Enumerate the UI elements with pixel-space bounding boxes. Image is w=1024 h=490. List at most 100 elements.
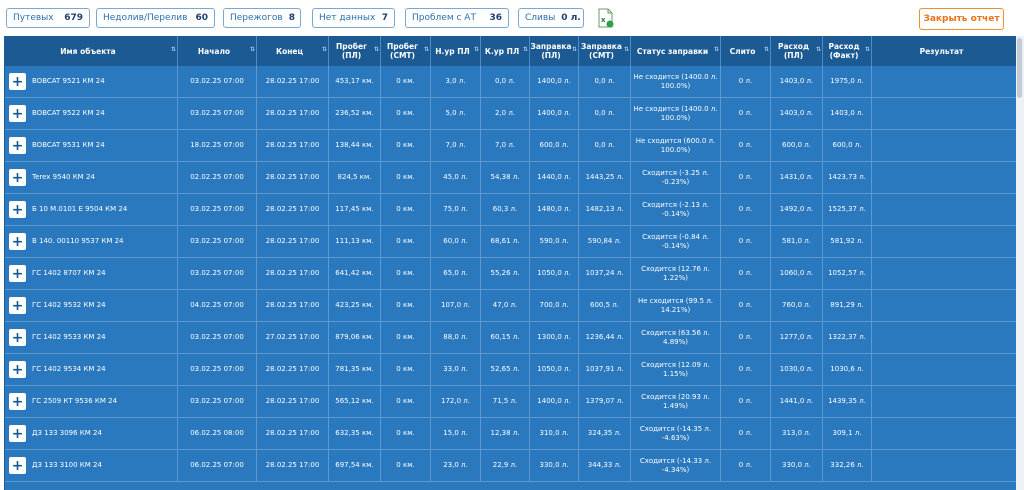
column-header-object-name[interactable]: Имя объекта ⇅ <box>5 36 178 66</box>
column-header-end-level[interactable]: К.ур ПЛ ⇅ <box>481 36 530 66</box>
table-row[interactable]: + Terex 9540 КМ 24 02.02.25 07:00 28.02.25 … <box>5 162 1017 194</box>
sort-icon[interactable]: ⇅ <box>424 45 429 54</box>
sort-icon[interactable]: ⇅ <box>474 45 479 54</box>
filter-chip-underfill[interactable]: Недолив/Перелив 60 <box>96 8 215 28</box>
table-row[interactable]: + ГС 1402 8707 КМ 24 03.02.25 07:00 28.02.2… <box>5 258 1017 290</box>
column-header-refuel-smt[interactable]: Заправка (СМТ) ⇅ <box>579 36 631 66</box>
table-row[interactable]: + ГС 1402 9532 КМ 24 04.02.25 07:00 28.02.2… <box>5 290 1017 322</box>
cell-text: 641,42 км. <box>335 269 374 277</box>
table-row[interactable]: + BOBCAT 9521 КМ 24 03.02.25 07:00 28.02.25… <box>5 66 1017 98</box>
cell-mileage-smt: 0 км. <box>381 418 431 449</box>
column-header-consumption-fact[interactable]: Расход (Факт) ⇅ <box>823 36 872 66</box>
cell-mileage-pl: 632,35 км. <box>329 418 381 449</box>
column-header-start[interactable]: Начало ⇅ <box>178 36 257 66</box>
table-row[interactable]: + ДЗ 133 3100 КМ 24 06.02.25 07:00 28.02.25… <box>5 450 1017 482</box>
sort-icon[interactable]: ⇅ <box>572 45 577 54</box>
sort-icon[interactable]: ⇅ <box>816 45 821 54</box>
expand-row-button[interactable]: + <box>9 137 26 154</box>
column-header-start-level[interactable]: Н.ур ПЛ ⇅ <box>431 36 481 66</box>
cell-text: 28.02.25 17:00 <box>265 397 320 405</box>
sort-icon[interactable]: ⇅ <box>764 45 769 54</box>
filter-chip-at-problems[interactable]: Проблем с АТ 36 <box>405 8 509 28</box>
column-header-refuel-pl[interactable]: Заправка (ПЛ) ⇅ <box>530 36 579 66</box>
expand-row-button[interactable]: + <box>9 457 26 474</box>
cell-text: 0 км. <box>396 237 415 245</box>
expand-row-button[interactable]: + <box>9 329 26 346</box>
cell-text: 18.02.25 07:00 <box>190 141 244 149</box>
object-name-text: ДЗ 133 3100 КМ 24 <box>32 461 102 469</box>
column-header-consumption-pl[interactable]: Расход (ПЛ) ⇅ <box>771 36 823 66</box>
table-row[interactable]: + BOBCAT 9522 КМ 24 03.02.25 07:00 28.02.25… <box>5 98 1017 130</box>
filter-chip-count: 36 <box>489 13 502 23</box>
cell-start: 06.02.25 08:00 <box>178 418 257 449</box>
cell-object-name: + BOBCAT 9522 КМ 24 <box>5 98 178 129</box>
cell-end-level: 7,0 л. <box>481 130 530 161</box>
sort-icon[interactable]: ⇅ <box>865 45 870 54</box>
cell-start-level: 7,0 л. <box>431 130 481 161</box>
cell-result <box>872 386 1017 417</box>
expand-row-button[interactable]: + <box>9 361 26 378</box>
expand-row-button[interactable]: + <box>9 169 26 186</box>
cell-text: 330,0 л. <box>782 461 811 469</box>
expand-row-button[interactable]: + <box>9 105 26 122</box>
column-header-result[interactable]: Результат <box>872 36 1017 66</box>
sort-icon[interactable]: ⇅ <box>250 45 255 54</box>
cell-drained: 0 л. <box>721 418 771 449</box>
excel-export-icon[interactable]: x <box>597 8 615 28</box>
cell-text: 0 км. <box>396 109 415 117</box>
column-header-end[interactable]: Конец ⇅ <box>257 36 329 66</box>
sort-icon[interactable]: ⇅ <box>523 45 528 54</box>
expand-row-button[interactable]: + <box>9 233 26 250</box>
cell-text: 04.02.25 07:00 <box>190 301 244 309</box>
table-row[interactable]: + BOBCAT 9531 КМ 24 18.02.25 07:00 28.02.25… <box>5 130 1017 162</box>
sort-icon[interactable]: ⇅ <box>322 45 327 54</box>
expand-row-button[interactable]: + <box>9 265 26 282</box>
table-row[interactable]: + ГС 1402 9534 КМ 24 03.02.25 07:00 28.02.2… <box>5 354 1017 386</box>
expand-row-button[interactable]: + <box>9 393 26 410</box>
table-row[interactable]: + Б 10 М.0101 Е 9504 КМ 24 03.02.25 07:00 2… <box>5 194 1017 226</box>
cell-text: 5,0 л. <box>445 109 466 117</box>
cell-text: 0,0 л. <box>594 141 615 149</box>
expand-row-button[interactable]: + <box>9 297 26 314</box>
filter-chip-no-data[interactable]: Нет данных 7 <box>312 8 395 28</box>
table-row[interactable]: + ДЗ 133 3096 КМ 24 06.02.25 08:00 28.02.25… <box>5 418 1017 450</box>
column-header-refuel-status[interactable]: Статус заправки ⇅ <box>631 36 721 66</box>
column-header-mileage-pl[interactable]: Пробег (ПЛ) ⇅ <box>329 36 381 66</box>
column-header-drained[interactable]: Слито ⇅ <box>721 36 771 66</box>
sort-icon[interactable]: ⇅ <box>714 45 719 54</box>
sort-icon[interactable]: ⇅ <box>624 45 629 54</box>
filter-chip-waybills[interactable]: Путевых 679 <box>6 8 90 28</box>
vertical-scrollbar[interactable] <box>1016 36 1024 490</box>
column-header-mileage-smt[interactable]: Пробег (СМТ) ⇅ <box>381 36 431 66</box>
scrollbar-thumb[interactable] <box>1017 38 1022 98</box>
cell-text: 22,9 л. <box>492 461 518 469</box>
cell-mileage-smt: 0 км. <box>381 162 431 193</box>
cell-start: 03.02.25 07:00 <box>178 322 257 353</box>
sort-icon[interactable]: ⇅ <box>171 45 176 54</box>
filter-chip-drains[interactable]: Сливы 0 л. <box>518 8 584 28</box>
table-row[interactable]: + ГС 1402 9533 КМ 24 03.02.25 07:00 27.02.2… <box>5 322 1017 354</box>
cell-text: 600,0 л. <box>539 141 569 149</box>
cell-end-level: 47,0 л. <box>481 290 530 321</box>
cell-mileage-smt: 0 км. <box>381 98 431 129</box>
cell-end: 28.02.25 17:00 <box>257 258 329 289</box>
cell-text: 107,0 л. <box>441 301 470 309</box>
cell-refuel-status: Сходится (-2.13 л. -0.14%) <box>631 194 721 225</box>
cell-text: 423,25 км. <box>335 301 374 309</box>
expand-row-button[interactable]: + <box>9 73 26 90</box>
cell-text: 1440,0 л. <box>537 173 571 181</box>
filter-chip-overburn[interactable]: Пережогов 8 <box>223 8 301 28</box>
cell-refuel-status: Сходится (-14.35 л. -4.63%) <box>631 418 721 449</box>
sort-icon[interactable]: ⇅ <box>374 45 379 54</box>
close-report-button[interactable]: Закрыть отчет <box>919 8 1004 30</box>
expand-row-button[interactable]: + <box>9 201 26 218</box>
cell-text: 581,0 л. <box>782 237 811 245</box>
expand-row-button[interactable]: + <box>9 425 26 442</box>
cell-end: 28.02.25 17:00 <box>257 98 329 129</box>
object-name-text: Б 10 М.0101 Е 9504 КМ 24 <box>32 205 128 213</box>
cell-refuel-smt: 344,33 л. <box>579 450 631 481</box>
cell-consumption-fact: 1423,73 л. <box>823 162 872 193</box>
column-header-label: Заправка (ПЛ) <box>530 42 572 60</box>
table-row[interactable]: + В 140. 00110 9537 КМ 24 03.02.25 07:00 28… <box>5 226 1017 258</box>
table-row[interactable]: + ГС 2509 КТ 9536 КМ 24 03.02.25 07:00 28.0… <box>5 386 1017 418</box>
